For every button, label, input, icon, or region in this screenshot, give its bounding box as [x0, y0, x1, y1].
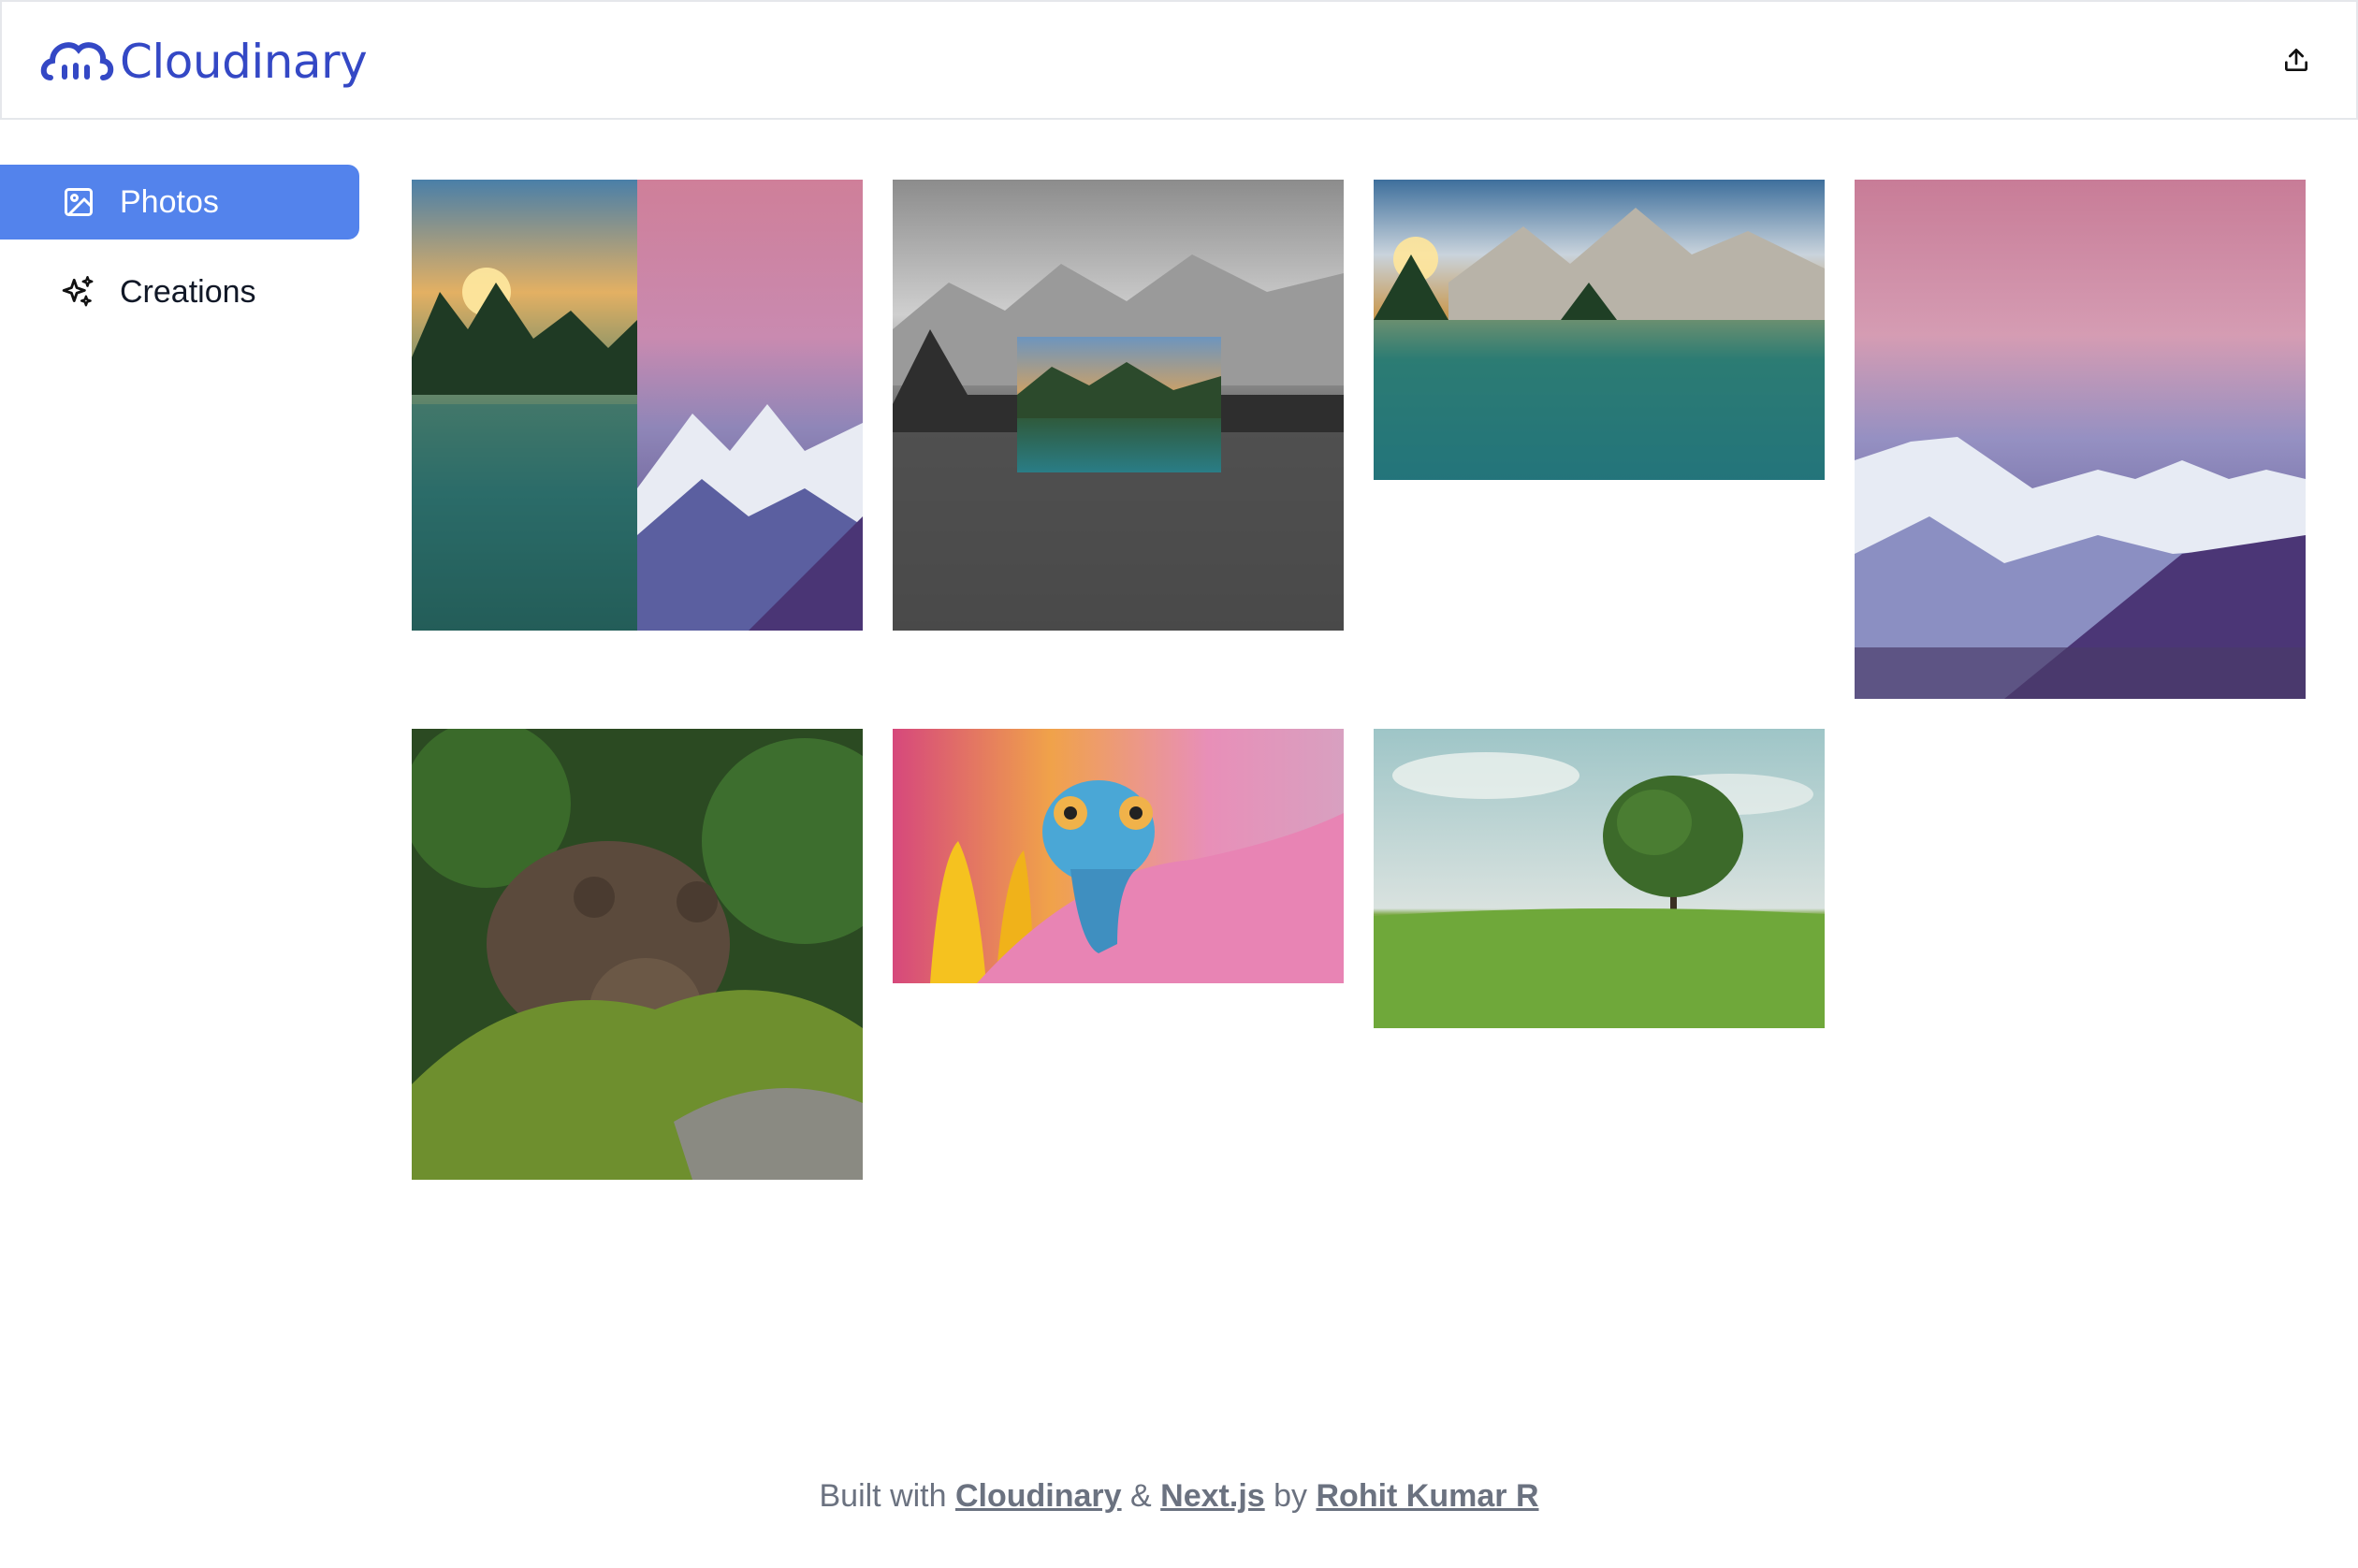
footer-amp: &: [1130, 1478, 1152, 1514]
photo-tile[interactable]: [893, 180, 1344, 631]
sidebar-item-label: Creations: [120, 273, 256, 310]
app-header: Cloudinary: [0, 0, 2358, 120]
photo-tile[interactable]: [412, 180, 863, 631]
photo-tile[interactable]: [893, 729, 1344, 983]
photo-tile[interactable]: [1374, 729, 1825, 1028]
footer-by: by: [1274, 1478, 1308, 1514]
cloudinary-cloud-icon: [40, 42, 114, 80]
footer-prefix: Built with: [819, 1478, 947, 1514]
photo-grayscale-inset: [893, 180, 1344, 631]
upload-button[interactable]: [2274, 37, 2319, 82]
photo-snowy-mountains: [1855, 180, 2306, 699]
logo-text: Cloudinary: [120, 35, 368, 89]
cloudinary-logo[interactable]: Cloudinary: [39, 30, 368, 94]
sidebar-item-creations[interactable]: Creations: [0, 254, 359, 329]
photo-lone-tree: [1374, 729, 1825, 1028]
sidebar-item-photos[interactable]: Photos: [0, 165, 359, 240]
nextjs-link[interactable]: Next.js: [1160, 1478, 1265, 1514]
photo-tile[interactable]: [1855, 180, 2306, 699]
sidebar: Photos Creations: [0, 165, 359, 344]
author-link[interactable]: Rohit Kumar R: [1317, 1478, 1539, 1514]
cloudinary-link[interactable]: Cloudinary: [955, 1478, 1122, 1514]
sparkles-icon: [60, 273, 97, 311]
photo-tile[interactable]: [412, 729, 863, 1180]
photo-tile[interactable]: [1374, 180, 1825, 480]
photo-gallery: [412, 180, 2311, 1209]
sidebar-item-label: Photos: [120, 183, 219, 220]
photo-lake-split: [412, 180, 863, 631]
photo-mountain-lake: [1374, 180, 1825, 480]
upload-icon: [2285, 49, 2307, 71]
photo-chameleon: [893, 729, 1344, 983]
photo-bear: [412, 729, 863, 1180]
footer: Built with Cloudinary & Next.js by Rohit…: [0, 1478, 2358, 1515]
image-icon: [60, 183, 97, 221]
